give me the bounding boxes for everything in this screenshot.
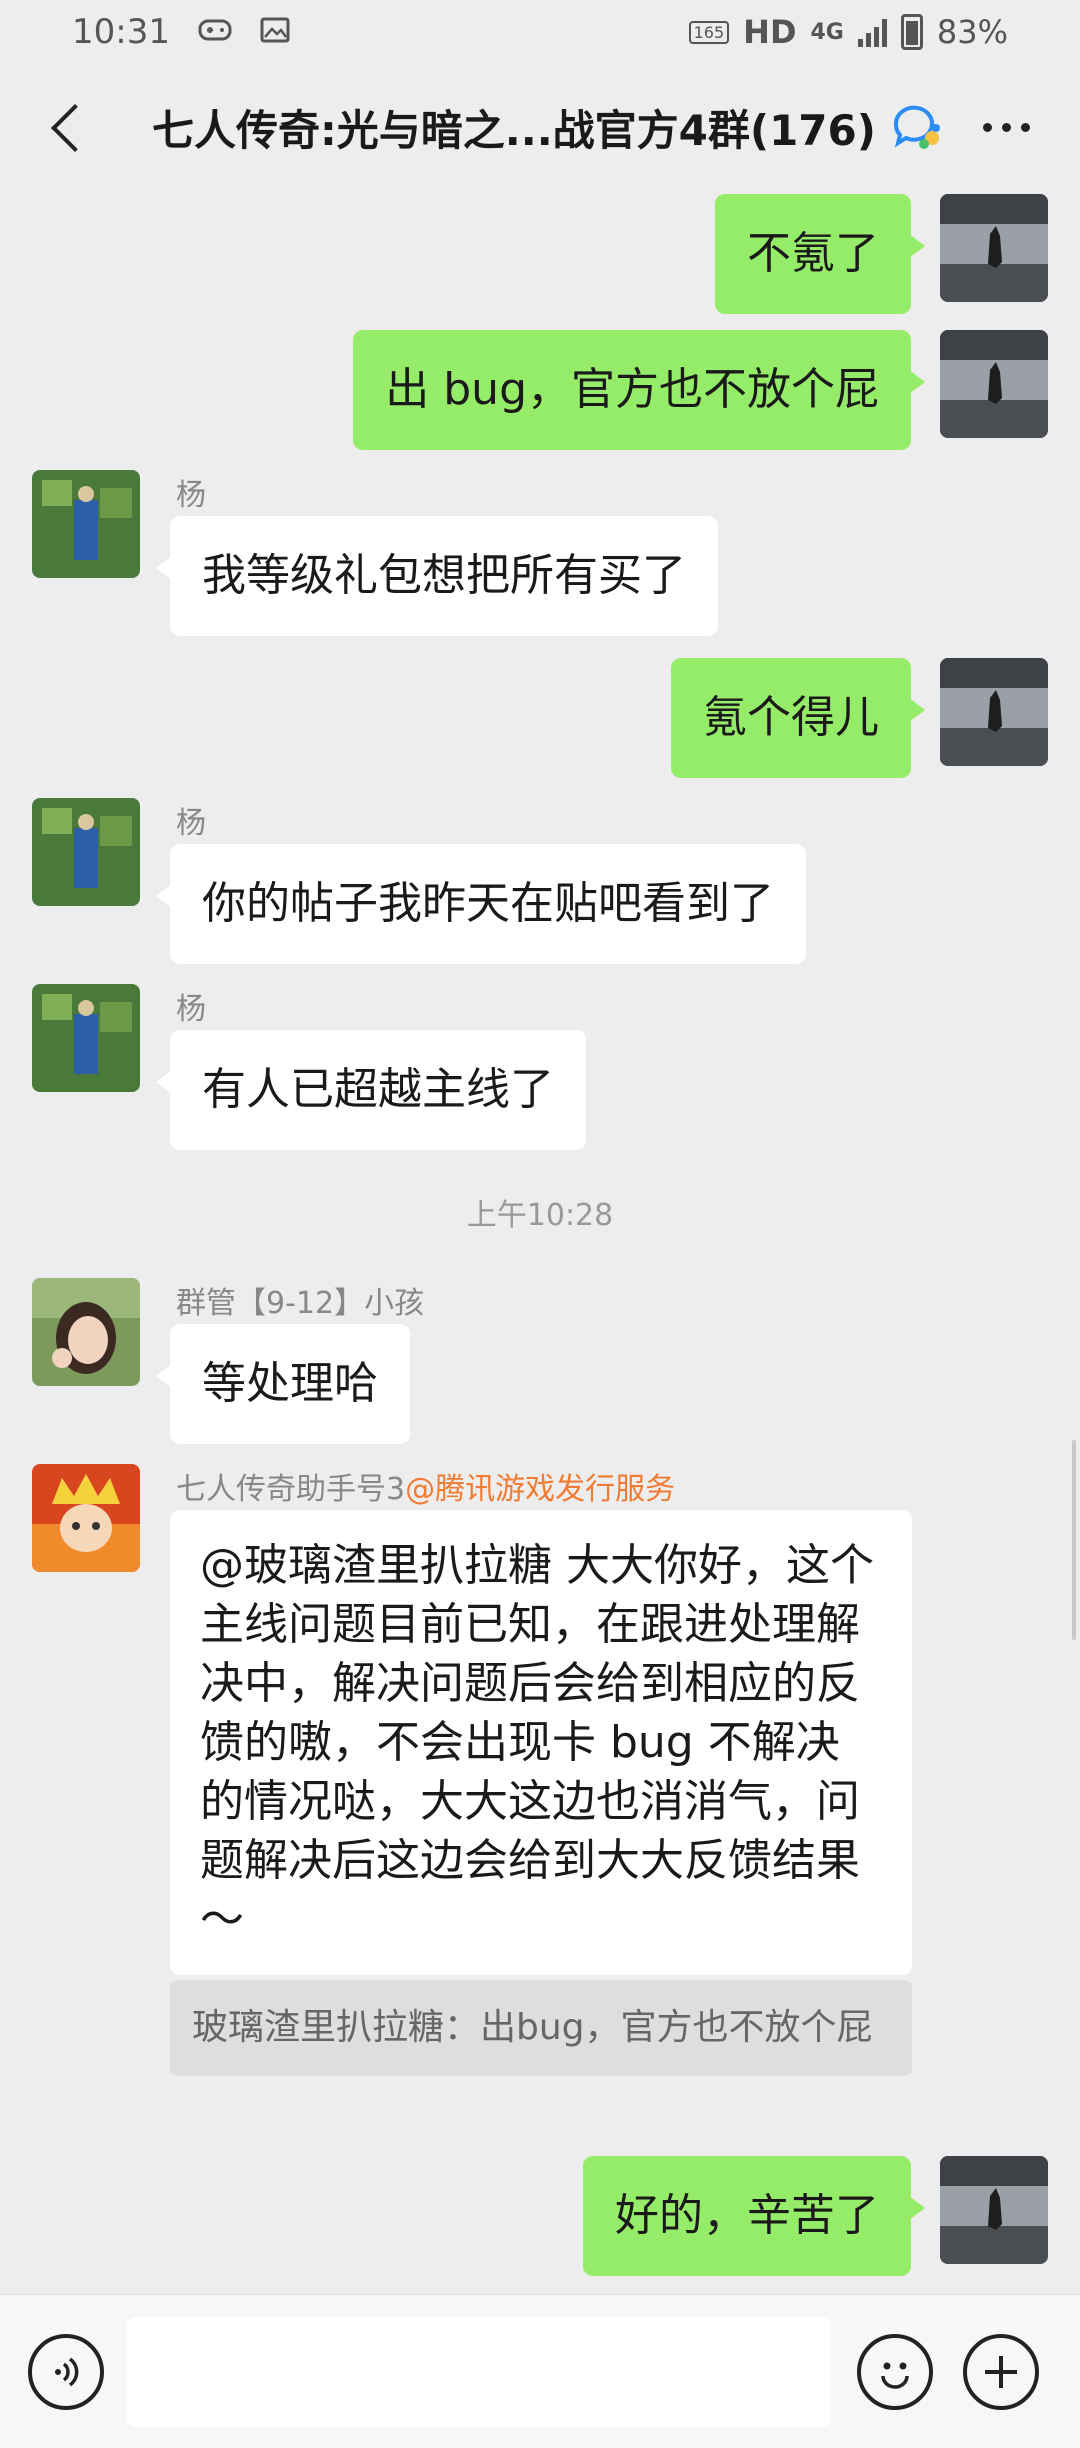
- sender-name: 杨: [176, 992, 206, 1027]
- sender-name: 七人传奇助手号3@腾讯游戏发行服务: [176, 1464, 675, 1508]
- message-timestamp: 上午10:28: [466, 1198, 614, 1233]
- avatar[interactable]: [940, 2156, 1048, 2264]
- plus-more-icon[interactable]: [963, 2333, 1039, 2410]
- message-bubble-other[interactable]: 等处理哈: [156, 1324, 410, 1444]
- avatar[interactable]: [32, 470, 140, 578]
- avatar[interactable]: [32, 798, 140, 906]
- network-hd: HD: [743, 13, 797, 51]
- chat-title: 七人传奇:光与暗之...战官方4群(176): [152, 105, 876, 155]
- message-bubble-self[interactable]: 好的，辛苦了: [583, 2156, 925, 2276]
- message-bubble-self[interactable]: 出 bug，官方也不放个屁: [353, 330, 925, 450]
- back-arrow-icon[interactable]: [46, 103, 94, 151]
- refresh-rate-icon: 165: [688, 20, 730, 44]
- message-bubble-other[interactable]: 有人已超越主线了: [156, 1030, 586, 1150]
- message-bubble-self[interactable]: 不氪了: [715, 194, 925, 314]
- sender-name: 群管【9-12】小孩: [176, 1286, 425, 1321]
- sender-name: 杨: [176, 478, 206, 513]
- signal-icon: [857, 17, 887, 47]
- sender-name-text: 七人传奇助手号3: [176, 1472, 406, 1507]
- gamepad-icon: [198, 12, 232, 52]
- network-4g: 4G: [810, 19, 844, 45]
- quoted-message[interactable]: 玻璃渣里扒拉糖：出bug，官方也不放个屁: [170, 1980, 912, 2076]
- voice-input-icon[interactable]: [28, 2333, 104, 2410]
- avatar[interactable]: [940, 330, 1048, 438]
- sender-tag[interactable]: @腾讯游戏发行服务: [405, 1472, 675, 1507]
- message-bubble-other[interactable]: 我等级礼包想把所有买了: [156, 516, 718, 636]
- status-time: 10:31: [72, 12, 170, 52]
- more-options-icon[interactable]: [983, 122, 1030, 132]
- input-bar: [0, 2294, 1080, 2448]
- image-icon: [260, 12, 290, 52]
- avatar[interactable]: [32, 1278, 140, 1386]
- avatar[interactable]: [940, 658, 1048, 766]
- avatar[interactable]: [32, 984, 140, 1092]
- message-bubble-other[interactable]: 你的帖子我昨天在贴吧看到了: [156, 844, 806, 964]
- group-chat-icon: [888, 98, 946, 156]
- message-bubble-self[interactable]: 氪个得儿: [671, 658, 925, 778]
- battery-level: 83%: [936, 13, 1008, 51]
- battery-icon: [900, 14, 923, 50]
- message-bubble-other[interactable]: @玻璃渣里扒拉糖 大大你好，这个主线问题目前已知，在跟进处理解决中，解决问题后会…: [170, 1510, 912, 1975]
- chat-header: 七人传奇:光与暗之...战官方4群(176): [0, 64, 1080, 190]
- avatar[interactable]: [32, 1464, 140, 1572]
- sender-name: 杨: [176, 806, 206, 841]
- scrollbar-thumb[interactable]: [1072, 1440, 1076, 1640]
- message-input[interactable]: [126, 2316, 831, 2427]
- emoji-icon[interactable]: [857, 2333, 933, 2410]
- status-bar: 10:31 165 HD 4G 83%: [0, 0, 1080, 64]
- avatar[interactable]: [940, 194, 1048, 302]
- chat-area[interactable]: 不氪了 出 bug，官方也不放个屁 杨 我等级礼包想把所有买了 氪个得儿 杨 你…: [0, 190, 1080, 2294]
